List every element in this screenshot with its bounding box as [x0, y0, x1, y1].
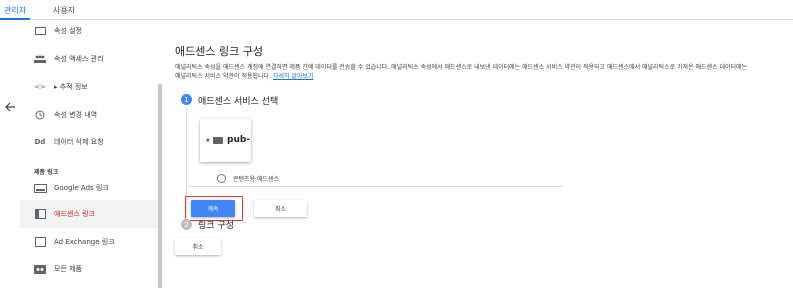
- cancel-button[interactable]: 취소: [254, 200, 307, 217]
- sidebar-item-label: 애드센스 링크: [54, 210, 95, 218]
- sidebar-item-label: Google Ads 링크: [54, 184, 109, 192]
- settings-box-icon: [33, 26, 47, 36]
- step-2-title: 링크 구성: [198, 221, 234, 231]
- sidebar-item-label: 속성 액세스 관리: [54, 55, 104, 63]
- sidebar-scrollbar[interactable]: [158, 84, 162, 288]
- step-1-badge: 1: [181, 94, 192, 105]
- description-line-1: 애널리틱스 속성을 애드센스 계정에 연결하면 제품 간에 데이터를 전송할 수…: [175, 64, 748, 71]
- sidebar-item-data-deletion[interactable]: Dd 데이터 삭제 요청: [20, 128, 158, 156]
- adsense-for-content-label: 콘텐츠용 애드센스: [233, 176, 280, 183]
- sidebar-item-ad-exchange-link[interactable]: Ad Exchange 링크: [20, 228, 158, 256]
- back-arrow-icon[interactable]: [4, 101, 16, 113]
- tab-admin[interactable]: 관리자: [4, 5, 26, 16]
- sidebar-item-change-history[interactable]: 속성 변경 내역: [20, 101, 158, 129]
- active-tab-indicator: [0, 18, 30, 20]
- history-icon: [33, 110, 47, 120]
- code-icon: <>: [34, 83, 46, 91]
- folder-icon: [213, 137, 223, 144]
- cancel-setup-button[interactable]: 취소: [175, 238, 221, 255]
- sidebar-item-all-products[interactable]: 모든 제품: [20, 255, 158, 283]
- sidebar-item-label: ▸ 추적 정보: [54, 83, 88, 91]
- publisher-selector[interactable]: ▼ pub-: [200, 119, 251, 162]
- publisher-id: pub-: [227, 135, 251, 145]
- divider: [189, 186, 563, 187]
- adsense-for-content-radio[interactable]: [217, 174, 226, 183]
- sidebar-item-label: Ad Exchange 링크: [54, 238, 115, 246]
- adsense-link-config-panel: 애드센스 링크 구성 애널리틱스 속성을 애드센스 계정에 연결하면 제품 간에…: [175, 21, 793, 288]
- sidebar-item-google-ads-link[interactable]: Google Ads 링크: [20, 174, 158, 202]
- adsense-icon: [33, 209, 47, 219]
- learn-more-link[interactable]: 자세히 알아보기: [273, 73, 314, 80]
- sidebar-item-adsense-link[interactable]: 애드센스 링크: [20, 200, 158, 228]
- sidebar-item-label: 데이터 삭제 요청: [54, 138, 104, 146]
- left-rail: [0, 21, 20, 288]
- sidebar-item-property-settings[interactable]: 속성 설정: [20, 21, 158, 41]
- page-description: 애널리틱스 속성을 애드센스 계정에 연결하면 제품 간에 데이터를 전송할 수…: [175, 63, 793, 81]
- google-ads-icon: [33, 183, 47, 193]
- description-line-2-wrap: 애널리틱스 서비스 약관이 적용됩니다. 자세히 알아보기: [175, 72, 793, 81]
- tab-user[interactable]: 사용자: [53, 5, 75, 16]
- page-title: 애드센스 링크 구성: [175, 45, 263, 58]
- sidebar-item-label: 속성 설정: [54, 27, 82, 35]
- sidebar-item-label: 모든 제품: [54, 265, 82, 273]
- dd-icon: Dd: [34, 138, 46, 146]
- step-2-badge: 2: [181, 219, 192, 230]
- sidebar-item-property-access[interactable]: 속성 액세스 관리: [20, 45, 158, 73]
- top-tab-bar: 관리자 사용자: [0, 0, 793, 20]
- people-icon: [33, 54, 47, 64]
- description-line-2: 애널리틱스 서비스 약관이 적용됩니다.: [175, 73, 271, 80]
- step-1-title: 애드센스 서비스 선택: [198, 97, 279, 107]
- continue-button[interactable]: 계속: [191, 200, 235, 217]
- sidebar-item-tracking-info[interactable]: <> ▸ 추적 정보: [20, 73, 158, 101]
- sidebar-item-label: 속성 변경 내역: [54, 111, 98, 119]
- admin-sidebar: 속성 설정 속성 액세스 관리 <> ▸ 추적 정보 속성 변경 내역 Dd 데…: [20, 21, 160, 288]
- ad-exchange-icon: [33, 237, 47, 247]
- expand-caret-icon[interactable]: ▼: [206, 138, 210, 144]
- all-products-icon: [33, 264, 47, 274]
